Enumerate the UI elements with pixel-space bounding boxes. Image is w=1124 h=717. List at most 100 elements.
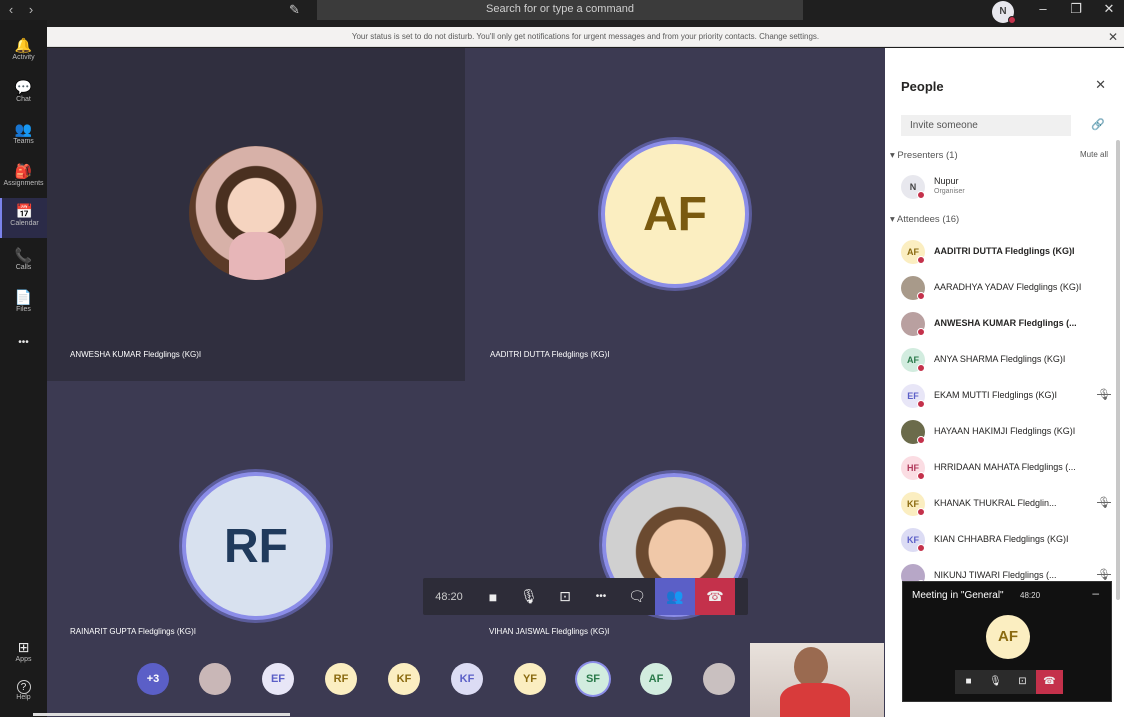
- minimize-icon[interactable]: –: [1033, 1, 1053, 16]
- attendee-item[interactable]: ANWESHA KUMAR Fledglings (...: [901, 310, 1111, 338]
- notification-close-icon[interactable]: ✕: [1108, 27, 1118, 47]
- invite-input[interactable]: Invite someone: [901, 115, 1071, 136]
- share-button[interactable]: ⊡: [547, 578, 583, 615]
- attendee-item[interactable]: EF EKAM MUTTI Fledglings (KG)I 🎙: [901, 382, 1111, 410]
- search-input[interactable]: Search for or type a command: [317, 0, 803, 20]
- notification-text: Your status is set to do not disturb. Yo…: [351, 32, 820, 41]
- mini-hang-up-icon[interactable]: ☎: [1036, 670, 1063, 694]
- mini-avatar: AF: [986, 615, 1030, 659]
- share-screen-icon: ⊡: [559, 588, 571, 604]
- attendee-item[interactable]: AF AADITRI DUTTA Fledglings (KG)I: [901, 238, 1111, 266]
- phone-icon: 📞: [14, 247, 33, 263]
- person-name: HRRIDAAN MAHATA Fledglings (...: [934, 462, 1076, 472]
- participant-name: RAINARIT GUPTA Fledglings (KG)I: [70, 627, 196, 636]
- mute-all-button[interactable]: Mute all: [1080, 150, 1108, 159]
- participant-thumbnail[interactable]: [199, 663, 231, 695]
- rail-item-activity[interactable]: 🔔 Activity: [0, 32, 47, 72]
- maximize-icon[interactable]: ❐: [1066, 1, 1086, 17]
- video-tile[interactable]: AF AADITRI DUTTA Fledglings (KG)I: [465, 48, 885, 381]
- attendee-item[interactable]: KF KIAN CHHABRA Fledglings (KG)I: [901, 526, 1111, 554]
- participant-avatar: AF: [601, 140, 749, 288]
- more-icon: •••: [18, 337, 29, 348]
- person-name: KHANAK THUKRAL Fledglin...: [934, 498, 1057, 508]
- attendee-item[interactable]: AARADHYA YADAV Fledglings (KG)I: [901, 274, 1111, 302]
- self-video-preview[interactable]: [750, 643, 884, 717]
- mini-mic-icon[interactable]: 🎙: [982, 670, 1009, 694]
- teams-icon: 👥: [14, 121, 33, 137]
- status-dot: [917, 400, 925, 408]
- rail-item-calendar[interactable]: 📅 Calendar: [0, 198, 47, 238]
- participant-thumbnail[interactable]: AF: [640, 663, 672, 695]
- camera-icon: ■: [488, 588, 498, 605]
- close-window-icon[interactable]: ✕: [1099, 1, 1119, 17]
- avatar-initials: RF: [224, 519, 288, 573]
- overflow-participants-button[interactable]: +3: [137, 663, 169, 695]
- video-stage: ANWESHA KUMAR Fledglings (KG)I AF AADITR…: [47, 48, 885, 717]
- mini-minimize-icon[interactable]: –: [1092, 586, 1099, 600]
- share-link-icon[interactable]: 🔗: [1091, 118, 1105, 131]
- chat-button[interactable]: 🗨: [619, 578, 655, 615]
- participant-name: AADITRI DUTTA Fledglings (KG)I: [490, 350, 610, 359]
- status-dot: [917, 328, 925, 336]
- mic-button[interactable]: 🎙: [511, 578, 547, 615]
- self-face: [794, 647, 828, 687]
- person-name: ANYA SHARMA Fledglings (KG)I: [934, 354, 1066, 364]
- rail-label: Activity: [12, 54, 35, 61]
- profile-avatar[interactable]: N: [992, 1, 1016, 24]
- rail-item-chat[interactable]: 💬 Chat: [0, 74, 47, 114]
- dnd-notification-bar: Your status is set to do not disturb. Yo…: [47, 27, 1124, 47]
- status-dot: [917, 292, 925, 300]
- meeting-mini-window[interactable]: Meeting in "General" 48:20 – AF ■ 🎙 ⊡ ☎: [902, 581, 1112, 702]
- more-icon: •••: [595, 591, 607, 602]
- attendees-header[interactable]: ▾ Attendees (16): [890, 214, 959, 225]
- video-tile[interactable]: RF RAINARIT GUPTA Fledglings (KG)I: [47, 381, 465, 641]
- rail-item-help[interactable]: ? Help: [0, 676, 47, 716]
- panel-scrollbar[interactable]: [1116, 140, 1120, 600]
- status-dot: [917, 544, 925, 552]
- rail-item-calls[interactable]: 📞 Calls: [0, 242, 47, 282]
- rail-item-teams[interactable]: 👥 Teams: [0, 116, 47, 156]
- compose-icon[interactable]: ✎: [289, 2, 300, 18]
- participant-thumbnail[interactable]: SF: [577, 663, 609, 695]
- rail-label: Calls: [15, 264, 32, 271]
- hang-up-button[interactable]: ☎: [695, 578, 735, 615]
- self-body: [780, 683, 850, 717]
- presenter-item[interactable]: N Nupur Organiser: [901, 173, 1111, 201]
- attendee-item[interactable]: HF HRRIDAAN MAHATA Fledglings (...: [901, 454, 1111, 482]
- calendar-icon: 📅: [15, 203, 34, 219]
- call-controls: 48:20 ■ 🎙 ⊡ ••• 🗨 👥 ☎: [423, 578, 748, 615]
- participant-thumbnail[interactable]: YF: [514, 663, 546, 695]
- status-dot: [917, 436, 925, 444]
- show-participants-button[interactable]: 👥: [655, 578, 695, 615]
- attendee-item[interactable]: AF ANYA SHARMA Fledglings (KG)I: [901, 346, 1111, 374]
- status-dot: [917, 508, 925, 516]
- rail-item-files[interactable]: 📄 Files: [0, 284, 47, 324]
- mini-camera-icon[interactable]: ■: [955, 670, 982, 694]
- participant-thumbnail[interactable]: KF: [388, 663, 420, 695]
- attendee-item[interactable]: HAYAAN HAKIMJI Fledglings (KG)I: [901, 418, 1111, 446]
- rail-item-assignments[interactable]: 🎒 Assignments: [0, 158, 47, 198]
- rail-item-apps[interactable]: ⊞ Apps: [0, 634, 47, 674]
- close-icon[interactable]: ✕: [1095, 77, 1106, 93]
- camera-button[interactable]: ■: [475, 578, 511, 615]
- forward-arrow-icon[interactable]: ›: [24, 2, 38, 17]
- mic-icon: 🎙: [520, 588, 538, 604]
- rail-item-more[interactable]: •••: [0, 330, 47, 370]
- participant-thumbnail[interactable]: EF: [262, 663, 294, 695]
- participant-thumbnail[interactable]: RF: [325, 663, 357, 695]
- status-dot: [917, 256, 925, 264]
- person-role: Organiser: [934, 188, 965, 195]
- file-icon: 📄: [14, 289, 33, 305]
- attendee-item[interactable]: KF KHANAK THUKRAL Fledglin... 🎙: [901, 490, 1111, 518]
- participant-thumbnail[interactable]: KF: [451, 663, 483, 695]
- person-name: ANWESHA KUMAR Fledglings (...: [934, 318, 1077, 328]
- dnd-status-dot: [1008, 16, 1016, 24]
- more-actions-button[interactable]: •••: [583, 578, 619, 615]
- presenters-header[interactable]: ▾ Presenters (1): [890, 150, 958, 161]
- person-name: AARADHYA YADAV Fledglings (KG)I: [934, 282, 1082, 292]
- video-tile[interactable]: ANWESHA KUMAR Fledglings (KG)I: [47, 48, 465, 381]
- back-arrow-icon[interactable]: ‹: [4, 2, 18, 17]
- participant-thumbnail[interactable]: [703, 663, 735, 695]
- mini-share-icon[interactable]: ⊡: [1009, 670, 1036, 694]
- participant-photo: [189, 146, 323, 280]
